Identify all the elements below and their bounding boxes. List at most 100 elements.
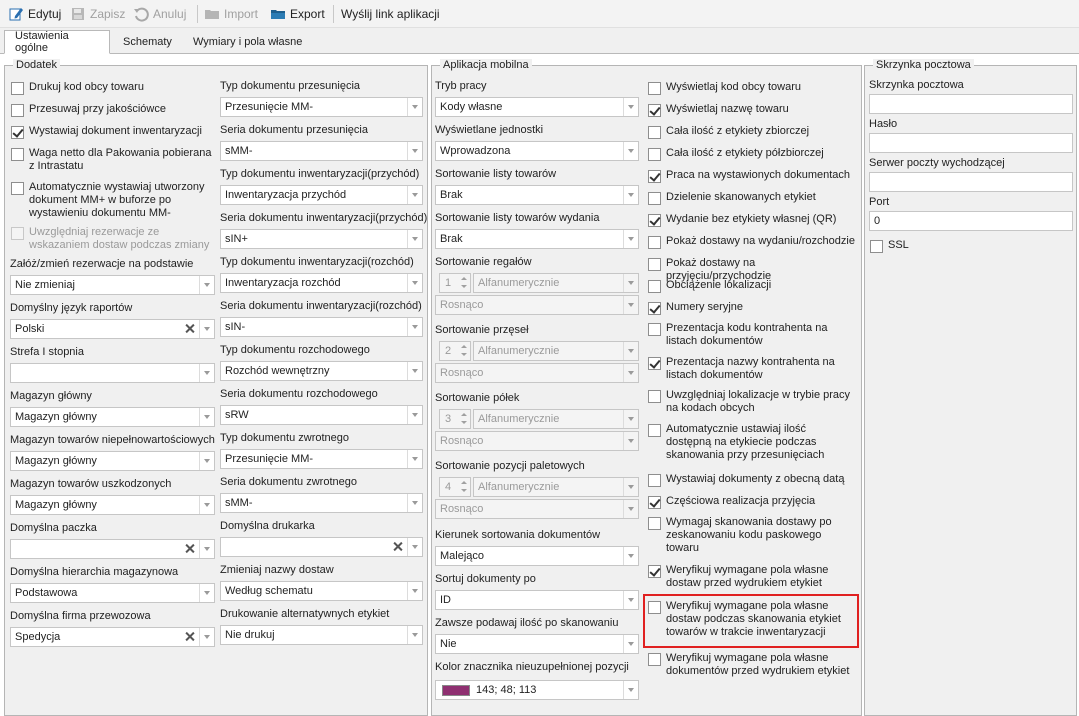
- cancel-button[interactable]: Anuluj: [133, 4, 186, 24]
- checkbox-box[interactable]: [11, 126, 24, 139]
- addon-right-dropdown[interactable]: sIN-: [220, 317, 423, 337]
- chevron-down-icon[interactable]: [623, 681, 638, 699]
- chevron-down-icon[interactable]: [407, 626, 422, 644]
- checkbox-box[interactable]: [648, 390, 661, 403]
- chevron-down-icon[interactable]: [623, 547, 638, 565]
- clear-icon[interactable]: [391, 540, 405, 554]
- sort-order-dropdown[interactable]: Rosnąco: [435, 295, 639, 315]
- mobile-checkbox[interactable]: Automatycznie ustawiaj ilość dostępną na…: [648, 423, 860, 462]
- chevron-down-icon[interactable]: [407, 142, 422, 160]
- mobile-dropdown[interactable]: Malejąco: [435, 546, 639, 566]
- sort-order-dropdown[interactable]: Rosnąco: [435, 499, 639, 519]
- chevron-down-icon[interactable]: [459, 283, 469, 291]
- checkbox-box[interactable]: [648, 214, 661, 227]
- chevron-down-icon[interactable]: [407, 582, 422, 600]
- mailbox-input[interactable]: [869, 133, 1073, 153]
- addon-left-dropdown[interactable]: Podstawowa: [10, 583, 215, 603]
- mobile-dropdown[interactable]: Wprowadzona: [435, 141, 639, 161]
- tab-general-settings[interactable]: Ustawienia ogólne: [4, 30, 110, 54]
- mobile-dropdown[interactable]: ID: [435, 590, 639, 610]
- chevron-down-icon[interactable]: [407, 450, 422, 468]
- mailbox-input[interactable]: 0: [869, 211, 1073, 231]
- mobile-checkbox[interactable]: Cała ilość z etykiety półzbiorczej: [648, 147, 860, 161]
- chevron-down-icon[interactable]: [623, 98, 638, 116]
- chevron-down-icon[interactable]: [199, 408, 214, 426]
- mobile-checkbox[interactable]: Wystawiaj dokumenty z obecną datą: [648, 473, 860, 487]
- ssl-checkbox[interactable]: SSL: [870, 239, 930, 253]
- checkbox-box[interactable]: [648, 258, 661, 271]
- addon-left-dropdown[interactable]: Polski: [10, 319, 215, 339]
- chevron-down-icon[interactable]: [407, 494, 422, 512]
- addon-right-dropdown[interactable]: Przesunięcie MM-: [220, 449, 423, 469]
- chevron-down-icon[interactable]: [623, 186, 638, 204]
- addon-left-dropdown[interactable]: Magazyn główny: [10, 451, 215, 471]
- chevron-down-icon[interactable]: [623, 432, 638, 450]
- chevron-down-icon[interactable]: [407, 406, 422, 424]
- import-button[interactable]: Import: [204, 4, 258, 24]
- checkbox-box[interactable]: [11, 104, 24, 117]
- mobile-checkbox[interactable]: Częściowa realizacja przyjęcia: [648, 495, 860, 509]
- chevron-down-icon[interactable]: [199, 364, 214, 382]
- mobile-checkbox[interactable]: Praca na wystawionych dokumentach: [648, 169, 860, 183]
- checkbox-box[interactable]: [648, 126, 661, 139]
- mobile-checkbox[interactable]: Prezentacja kodu kontrahenta na listach …: [648, 322, 860, 348]
- chevron-down-icon[interactable]: [623, 591, 638, 609]
- checkbox-box[interactable]: [648, 496, 661, 509]
- clear-icon[interactable]: [183, 542, 197, 556]
- tab-dimensions[interactable]: Wymiary i pola własne: [182, 30, 313, 54]
- chevron-down-icon[interactable]: [199, 276, 214, 294]
- addon-right-dropdown[interactable]: sRW: [220, 405, 423, 425]
- addon-left-dropdown[interactable]: [10, 363, 215, 383]
- addon-checkbox[interactable]: Uwzględniaj rezerwacje ze wskazaniem dos…: [11, 226, 216, 252]
- checkbox-box[interactable]: [648, 104, 661, 117]
- order-stepper[interactable]: 3: [439, 409, 471, 429]
- color-picker[interactable]: 143; 48; 113: [435, 680, 639, 700]
- checkbox-box[interactable]: [648, 653, 661, 666]
- chevron-down-icon[interactable]: [623, 142, 638, 160]
- chevron-down-icon[interactable]: [407, 318, 422, 336]
- chevron-down-icon[interactable]: [459, 351, 469, 359]
- clear-icon[interactable]: [183, 630, 197, 644]
- addon-right-dropdown[interactable]: sIN+: [220, 229, 423, 249]
- chevron-down-icon[interactable]: [623, 296, 638, 314]
- send-link-button[interactable]: Wyślij link aplikacji: [341, 4, 440, 24]
- addon-checkbox[interactable]: Waga netto dla Pakowania pobierana z Int…: [11, 147, 216, 173]
- chevron-down-icon[interactable]: [623, 410, 638, 428]
- mobile-dropdown[interactable]: Nie: [435, 634, 639, 654]
- checkbox-box[interactable]: [648, 280, 661, 293]
- sort-order-dropdown[interactable]: Rosnąco: [435, 363, 639, 383]
- chevron-down-icon[interactable]: [407, 274, 422, 292]
- checkbox-box[interactable]: [648, 302, 661, 315]
- chevron-down-icon[interactable]: [459, 487, 469, 495]
- chevron-down-icon[interactable]: [623, 478, 638, 496]
- checkbox-box[interactable]: [648, 236, 661, 249]
- mobile-checkbox[interactable]: Dzielenie skanowanych etykiet: [648, 191, 860, 205]
- mobile-checkbox[interactable]: Wydanie bez etykiety własnej (QR): [648, 213, 860, 227]
- checkbox-box[interactable]: [648, 192, 661, 205]
- addon-right-dropdown[interactable]: sMM-: [220, 493, 423, 513]
- chevron-down-icon[interactable]: [623, 342, 638, 360]
- addon-right-dropdown[interactable]: sMM-: [220, 141, 423, 161]
- chevron-down-icon[interactable]: [199, 540, 214, 558]
- sort-type-dropdown[interactable]: Alfanumerycznie: [473, 409, 639, 429]
- chevron-down-icon[interactable]: [623, 500, 638, 518]
- chevron-up-icon[interactable]: [459, 343, 469, 351]
- chevron-up-icon[interactable]: [459, 275, 469, 283]
- mailbox-input[interactable]: [869, 172, 1073, 192]
- order-stepper[interactable]: 1: [439, 273, 471, 293]
- chevron-down-icon[interactable]: [407, 362, 422, 380]
- checkbox-box[interactable]: [648, 474, 661, 487]
- addon-right-dropdown[interactable]: Inwentaryzacja rozchód: [220, 273, 423, 293]
- mobile-checkbox[interactable]: Weryfikuj wymagane pola własne dostaw pr…: [648, 564, 860, 590]
- chevron-down-icon[interactable]: [623, 635, 638, 653]
- chevron-down-icon[interactable]: [407, 230, 422, 248]
- addon-right-dropdown[interactable]: Inwentaryzacja przychód: [220, 185, 423, 205]
- checkbox-box[interactable]: [648, 323, 661, 336]
- chevron-down-icon[interactable]: [623, 364, 638, 382]
- edit-button[interactable]: Edytuj: [8, 4, 61, 24]
- checkbox-box[interactable]: [648, 357, 661, 370]
- order-stepper[interactable]: 4: [439, 477, 471, 497]
- mailbox-input[interactable]: [869, 94, 1073, 114]
- addon-right-dropdown[interactable]: Nie drukuj: [220, 625, 423, 645]
- checkbox-box[interactable]: [648, 565, 661, 578]
